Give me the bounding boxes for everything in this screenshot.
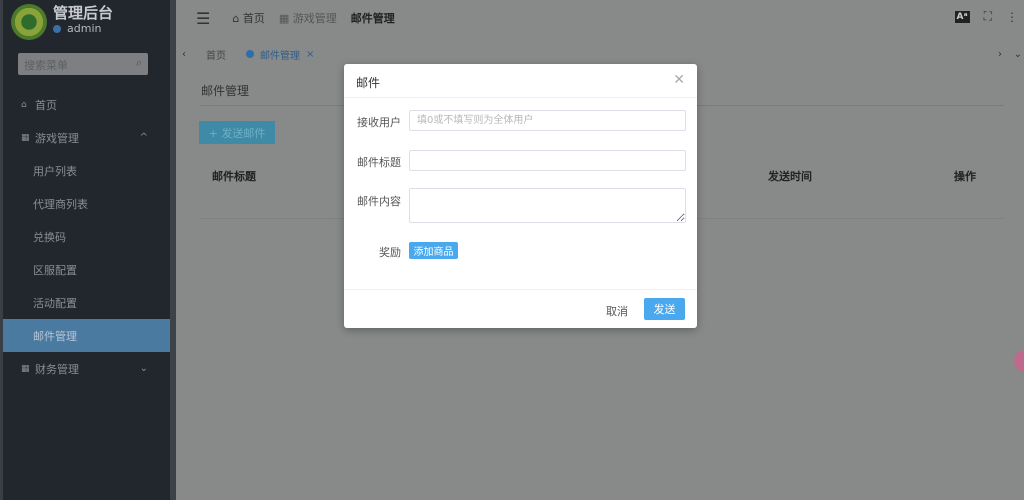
floating-widget[interactable] [1014, 350, 1024, 372]
dialog-title: 邮件 [344, 64, 697, 98]
breadcrumb-label: 游戏管理 [292, 12, 337, 25]
tags-view: ‹ 首页 邮件管理 × › ⌄ [176, 42, 1024, 66]
breadcrumb-home[interactable]: ⌂ 首页 [232, 10, 264, 26]
sidebar-menu: ⌂ 首页 ▦ 游戏管理 ^ 用户列表 代理商列表 兑换码 区服配置 活动配置 邮件管理… [3, 88, 170, 385]
sidebar-item-label: 游戏管理 [35, 131, 79, 145]
close-tag-icon[interactable]: × [306, 49, 314, 60]
tag-label: 首页 [206, 50, 226, 62]
cancel-button[interactable]: 取消 [606, 303, 628, 319]
active-dot-icon [246, 50, 254, 58]
menu-toggle-icon[interactable]: ☰ [196, 9, 210, 28]
search-placeholder: 搜索菜单 [24, 59, 68, 72]
send-button[interactable]: 发送 [644, 298, 685, 320]
column-header-time: 发送时间 [768, 170, 812, 183]
sidebar-item-label: 首页 [35, 98, 57, 112]
subject-label: 邮件标题 [357, 156, 401, 169]
add-item-button[interactable]: 添加商品 [409, 242, 458, 259]
breadcrumb-current: 邮件管理 [350, 12, 395, 25]
breadcrumb-game[interactable]: ▦ 游戏管理 [279, 10, 337, 26]
tag-label: 邮件管理 [260, 50, 300, 62]
menu-search-input[interactable]: 搜索菜单 ⌕ [18, 53, 148, 75]
column-header-actions: 操作 [954, 170, 976, 183]
more-icon[interactable]: ⋮ [1006, 10, 1018, 24]
sidebar-item-codes[interactable]: 兑换码 [3, 220, 170, 253]
content-label: 邮件内容 [357, 195, 401, 208]
online-dot-icon [53, 24, 61, 33]
font-size-icon[interactable]: Aᵃ [954, 10, 970, 23]
sidebar-item-label: 财务管理 [35, 362, 79, 376]
reward-label: 奖励 [379, 246, 401, 259]
search-icon[interactable]: ⌕ [136, 56, 142, 70]
logo [11, 4, 47, 40]
receiver-input[interactable] [409, 110, 686, 131]
chevron-down-icon: ⌄ [139, 363, 148, 374]
sidebar-item-agents[interactable]: 代理商列表 [3, 187, 170, 220]
user-status: admin [53, 22, 101, 35]
tag-mail[interactable]: 邮件管理 × [246, 47, 314, 62]
scroll-left-icon[interactable]: ‹ [182, 49, 186, 60]
username: admin [67, 22, 102, 35]
chevron-down-icon[interactable]: ⌄ [1014, 49, 1022, 60]
app-title: 管理后台 [53, 4, 114, 22]
content-textarea[interactable] [409, 188, 686, 223]
sidebar-item-game[interactable]: ▦ 游戏管理 ^ [3, 121, 170, 154]
sidebar-item-home[interactable]: ⌂ 首页 [3, 88, 170, 121]
grid-icon: ▦ [21, 363, 30, 374]
breadcrumb-label: 首页 [242, 12, 265, 25]
sidebar-item-servers[interactable]: 区服配置 [3, 253, 170, 286]
chevron-up-icon: ^ [139, 132, 148, 143]
mail-dialog: 邮件 ✕ 接收用户 邮件标题 邮件内容 奖励 添加商品 取消 发送 [344, 64, 697, 328]
sidebar-item-users[interactable]: 用户列表 [3, 154, 170, 187]
top-header: ☰ ⌂ 首页 ▦ 游戏管理 邮件管理 Aᵃ ⛶ ⋮ [176, 0, 1024, 36]
fullscreen-icon[interactable]: ⛶ [984, 9, 992, 24]
column-header-title: 邮件标题 [212, 170, 256, 183]
sidebar-item-mail[interactable]: 邮件管理 [3, 319, 170, 352]
grid-icon: ▦ [21, 132, 30, 143]
header-tools: Aᵃ ⛶ ⋮ [954, 9, 1018, 24]
send-mail-button[interactable]: + 发送邮件 [199, 121, 275, 144]
home-icon: ⌂ [21, 99, 27, 110]
receiver-label: 接收用户 [357, 116, 401, 129]
sidebar-item-activities[interactable]: 活动配置 [3, 286, 170, 319]
dialog-footer-divider [344, 289, 697, 290]
tag-home[interactable]: 首页 [206, 47, 226, 62]
breadcrumb: ⌂ 首页 ▦ 游戏管理 邮件管理 [232, 10, 394, 26]
sidebar-item-finance[interactable]: ▦ 财务管理 ⌄ [3, 352, 170, 385]
subject-input[interactable] [409, 150, 686, 171]
page-title: 邮件管理 [201, 84, 250, 98]
sidebar: 管理后台 admin 搜索菜单 ⌕ ⌂ 首页 ▦ 游戏管理 ^ 用户列表 代理商列表 兑… [0, 0, 176, 500]
close-icon[interactable]: ✕ [673, 72, 685, 88]
scroll-right-icon[interactable]: › [998, 49, 1002, 60]
